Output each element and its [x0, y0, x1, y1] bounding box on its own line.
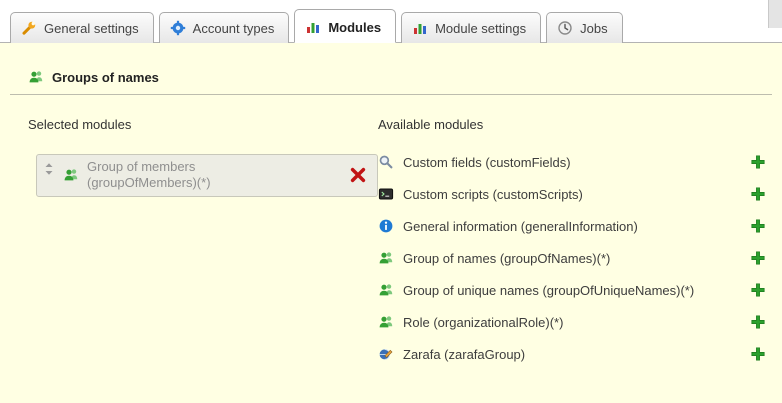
tab-label: Modules: [328, 20, 381, 35]
modules-icon: [412, 20, 428, 36]
section-header: Groups of names: [28, 69, 782, 85]
available-module-row[interactable]: General information (generalInformation): [378, 218, 766, 234]
add-icon[interactable]: [750, 282, 766, 298]
section-divider: [10, 94, 772, 95]
drag-handle-icon[interactable]: [43, 161, 55, 177]
selected-modules-heading: Selected modules: [28, 117, 378, 132]
wrench-icon: [21, 20, 37, 36]
selected-module-item[interactable]: Group of members (groupOfMembers)(*): [36, 154, 378, 197]
section-title: Groups of names: [52, 70, 159, 85]
available-module-row[interactable]: Custom fields (customFields): [378, 154, 766, 170]
selected-modules-column: Selected modules: [0, 117, 378, 378]
group-icon: [378, 282, 394, 298]
tab-label: Jobs: [580, 21, 607, 36]
add-icon[interactable]: [750, 314, 766, 330]
selected-module-label: Group of members (groupOfMembers)(*): [87, 159, 267, 192]
available-module-label: Group of names (groupOfNames)(*): [403, 251, 610, 266]
clock-icon: [557, 20, 573, 36]
zarafa-icon: [378, 346, 394, 362]
module-columns: Selected modules: [0, 117, 782, 378]
available-module-label: General information (generalInformation): [403, 219, 638, 234]
group-icon: [28, 69, 44, 85]
group-icon: [378, 314, 394, 330]
add-icon[interactable]: [750, 346, 766, 362]
modules-icon: [305, 19, 321, 35]
available-module-label: Role (organizationalRole)(*): [403, 315, 563, 330]
add-icon[interactable]: [750, 186, 766, 202]
script-icon: [378, 186, 394, 202]
available-module-row[interactable]: Group of unique names (groupOfUniqueName…: [378, 282, 766, 298]
info-icon: [378, 218, 394, 234]
available-module-label: Custom fields (customFields): [403, 155, 571, 170]
tab-general-settings[interactable]: General settings: [10, 12, 154, 43]
modules-panel: Groups of names Selected modules: [0, 43, 782, 403]
available-module-label: Group of unique names (groupOfUniqueName…: [403, 283, 694, 298]
tab-account-types[interactable]: Account types: [159, 12, 290, 43]
tab-label: Module settings: [435, 21, 526, 36]
group-icon: [63, 167, 79, 183]
add-icon[interactable]: [750, 154, 766, 170]
settings-page: General settings Account types: [0, 0, 782, 403]
available-module-row[interactable]: Custom scripts (customScripts): [378, 186, 766, 202]
tab-module-settings[interactable]: Module settings: [401, 12, 541, 43]
search-icon: [378, 154, 394, 170]
tab-modules[interactable]: Modules: [294, 9, 396, 43]
available-module-label: Custom scripts (customScripts): [403, 187, 583, 202]
group-icon: [378, 250, 394, 266]
available-module-row[interactable]: Group of names (groupOfNames)(*): [378, 250, 766, 266]
scrollbar-corner: [768, 0, 782, 28]
add-icon[interactable]: [750, 250, 766, 266]
tab-bar: General settings Account types: [0, 0, 782, 43]
tab-label: Account types: [193, 21, 275, 36]
tab-jobs[interactable]: Jobs: [546, 12, 622, 43]
available-module-row[interactable]: Role (organizationalRole)(*): [378, 314, 766, 330]
tab-label: General settings: [44, 21, 139, 36]
available-module-row[interactable]: Zarafa (zarafaGroup): [378, 346, 766, 362]
available-modules-column: Available modules Custom fields (customF…: [378, 117, 782, 378]
available-modules-heading: Available modules: [378, 117, 766, 132]
delete-icon[interactable]: [349, 166, 367, 184]
add-icon[interactable]: [750, 218, 766, 234]
gear-icon: [170, 20, 186, 36]
available-module-label: Zarafa (zarafaGroup): [403, 347, 525, 362]
